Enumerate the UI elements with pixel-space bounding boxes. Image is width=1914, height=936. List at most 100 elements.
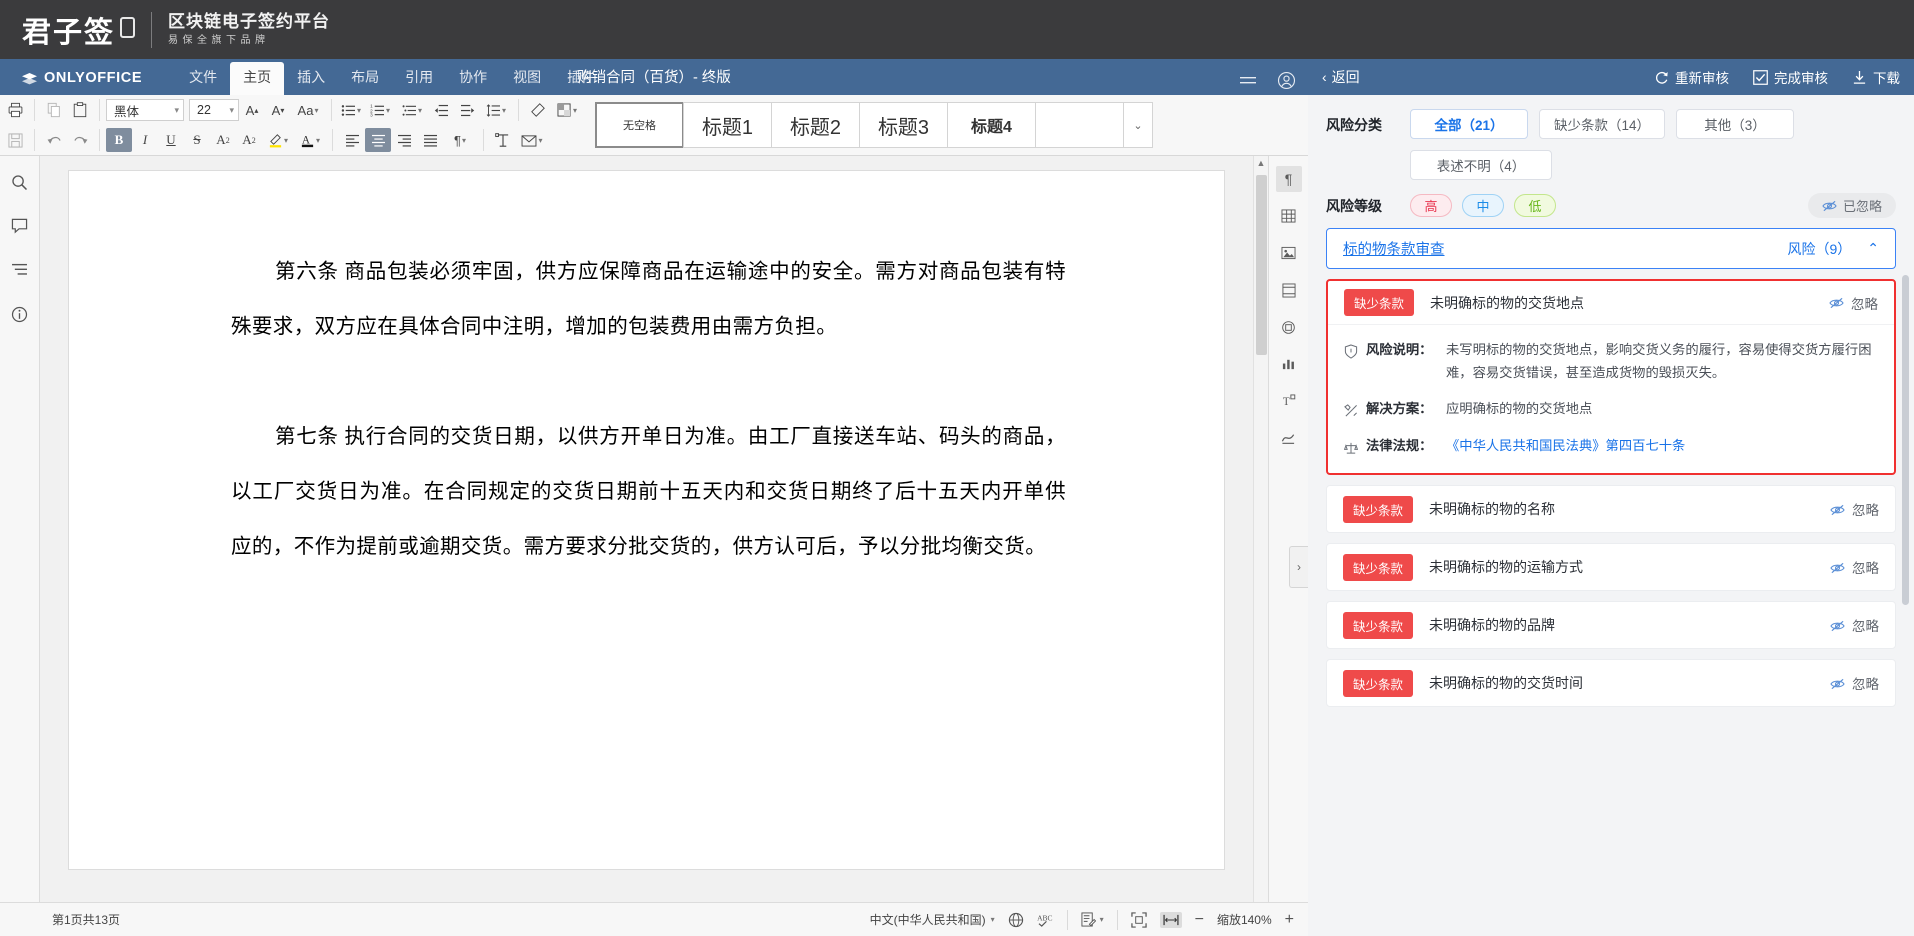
print-button[interactable]: [2, 98, 28, 122]
search-icon[interactable]: [8, 170, 32, 194]
undo-button[interactable]: [41, 128, 67, 152]
language-selector[interactable]: 中文(中华人民共和国) ▾: [870, 911, 995, 928]
style-heading-3[interactable]: 标题3: [859, 102, 948, 148]
comments-icon[interactable]: [8, 214, 32, 238]
font-family-select[interactable]: 黑体 ▾: [106, 99, 184, 121]
tab-file[interactable]: 文件: [176, 62, 230, 95]
risk-level-high[interactable]: 高: [1410, 194, 1452, 217]
insert-email-button[interactable]: ▾: [516, 128, 548, 152]
headings-navigation-icon[interactable]: [8, 258, 32, 282]
insert-text-field-button[interactable]: [490, 128, 516, 152]
spellcheck-icon[interactable]: ABC: [1037, 912, 1054, 927]
track-changes-icon[interactable]: ▾: [1081, 912, 1104, 927]
italic-button[interactable]: I: [132, 128, 158, 152]
superscript-button[interactable]: A2: [210, 128, 236, 152]
panel-scrollbar-thumb[interactable]: [1902, 275, 1909, 605]
shading-color-button[interactable]: ▾: [551, 98, 583, 122]
style-heading-2[interactable]: 标题2: [771, 102, 860, 148]
style-heading-4[interactable]: 标题4: [947, 102, 1036, 148]
scrollbar-thumb[interactable]: [1256, 175, 1267, 355]
fit-width-icon[interactable]: [1160, 912, 1182, 928]
zoom-out-button[interactable]: −: [1195, 911, 1204, 929]
risk-section-header[interactable]: 标的物条款审查 风险（9） ⌃: [1326, 228, 1896, 269]
risk-law-value[interactable]: 《中华人民共和国民法典》第四百七十条: [1446, 434, 1878, 458]
paste-button[interactable]: [67, 98, 93, 122]
bold-button[interactable]: B: [106, 128, 132, 152]
numbered-list-button[interactable]: 1 2 3 ▾: [364, 98, 396, 122]
shape-settings-icon[interactable]: [1276, 314, 1302, 340]
filter-chip-unclear-wording[interactable]: 表述不明（4）: [1410, 150, 1552, 180]
ignore-risk-button[interactable]: 忽略: [1829, 293, 1878, 313]
clear-formatting-button[interactable]: [525, 98, 551, 122]
risk-card[interactable]: 缺少条款 未明确标的物的交货时间 忽略: [1326, 659, 1896, 707]
filter-chip-other[interactable]: 其他（3）: [1676, 109, 1794, 139]
underline-button[interactable]: U: [158, 128, 184, 152]
risk-card[interactable]: 缺少条款 未明确标的物的运输方式 忽略: [1326, 543, 1896, 591]
back-button[interactable]: ‹ 返回: [1322, 67, 1360, 87]
line-spacing-button[interactable]: ▾: [480, 98, 512, 122]
panel-vertical-scrollbar[interactable]: [1902, 95, 1910, 936]
globe-icon[interactable]: [1008, 912, 1024, 928]
ignore-risk-button[interactable]: 忽略: [1830, 615, 1879, 635]
fit-page-icon[interactable]: [1131, 912, 1147, 928]
re-review-button[interactable]: 重新审核: [1654, 67, 1729, 87]
tab-plugins[interactable]: 插件: [554, 62, 608, 95]
signature-settings-icon[interactable]: [1276, 425, 1302, 451]
subscript-button[interactable]: A2: [236, 128, 262, 152]
header-footer-settings-icon[interactable]: [1276, 277, 1302, 303]
user-account-icon[interactable]: [1277, 71, 1296, 90]
save-button[interactable]: [2, 128, 28, 152]
ignore-risk-button[interactable]: 忽略: [1830, 673, 1879, 693]
risk-card[interactable]: 缺少条款 未明确标的物的品牌 忽略: [1326, 601, 1896, 649]
image-settings-icon[interactable]: [1276, 240, 1302, 266]
justify-button[interactable]: [417, 128, 443, 152]
highlight-color-button[interactable]: ▾: [262, 128, 294, 152]
ignore-risk-button[interactable]: 忽略: [1830, 499, 1879, 519]
decrease-indent-button[interactable]: [428, 98, 454, 122]
chart-settings-icon[interactable]: [1276, 351, 1302, 377]
tab-collaboration[interactable]: 协作: [446, 62, 500, 95]
chevron-up-icon[interactable]: ⌃: [1867, 240, 1879, 257]
tab-view[interactable]: 视图: [500, 62, 554, 95]
text-art-settings-icon[interactable]: T: [1276, 388, 1302, 414]
document-page[interactable]: 第六条 商品包装必须牢固，供方应保障商品在运输途中的安全。需方对商品包装有特殊要…: [68, 170, 1225, 870]
increase-font-size-button[interactable]: A▴: [239, 98, 265, 122]
align-right-button[interactable]: [391, 128, 417, 152]
strikethrough-button[interactable]: S: [184, 128, 210, 152]
tab-home[interactable]: 主页: [230, 62, 284, 95]
tab-layout[interactable]: 布局: [338, 62, 392, 95]
risk-card-expanded[interactable]: 缺少条款 未明确标的物的交货地点 忽略: [1326, 279, 1896, 475]
filter-chip-missing-clause[interactable]: 缺少条款（14）: [1539, 109, 1665, 139]
font-size-select[interactable]: 22 ▾: [189, 99, 239, 121]
style-heading-1[interactable]: 标题1: [683, 102, 772, 148]
increase-indent-button[interactable]: [454, 98, 480, 122]
risk-card[interactable]: 缺少条款 未明确标的物的名称 忽略: [1326, 485, 1896, 533]
hamburger-icon[interactable]: [1239, 72, 1257, 90]
align-left-button[interactable]: [339, 128, 365, 152]
tab-references[interactable]: 引用: [392, 62, 446, 95]
change-case-button[interactable]: Aa▾: [291, 98, 325, 122]
show-paragraph-marks-button[interactable]: ¶▾: [443, 128, 477, 152]
document-canvas[interactable]: 第六条 商品包装必须牢固，供方应保障商品在运输途中的安全。需方对商品包装有特殊要…: [40, 156, 1253, 902]
multilevel-list-button[interactable]: ▾: [396, 98, 428, 122]
panel-collapse-toggle[interactable]: ›: [1289, 546, 1308, 588]
filter-chip-all[interactable]: 全部（21）: [1410, 109, 1528, 139]
download-button[interactable]: 下载: [1852, 67, 1900, 87]
align-center-button[interactable]: [365, 128, 391, 152]
finish-review-button[interactable]: 完成审核: [1753, 67, 1828, 87]
show-ignored-button[interactable]: 已忽略: [1808, 193, 1896, 218]
bullet-list-button[interactable]: ▾: [338, 98, 364, 122]
font-color-button[interactable]: A ▾: [294, 128, 326, 152]
scroll-up-icon[interactable]: ▲: [1257, 156, 1266, 171]
decrease-font-size-button[interactable]: A▾: [265, 98, 291, 122]
tab-insert[interactable]: 插入: [284, 62, 338, 95]
ignore-risk-button[interactable]: 忽略: [1830, 557, 1879, 577]
redo-button[interactable]: [67, 128, 93, 152]
style-extra[interactable]: [1035, 102, 1124, 148]
about-info-icon[interactable]: [8, 302, 32, 326]
table-settings-icon[interactable]: [1276, 203, 1302, 229]
risk-level-low[interactable]: 低: [1514, 194, 1556, 217]
zoom-level-label[interactable]: 缩放140%: [1217, 911, 1272, 928]
risk-level-medium[interactable]: 中: [1462, 194, 1504, 217]
style-no-spacing[interactable]: 无空格: [595, 102, 684, 148]
